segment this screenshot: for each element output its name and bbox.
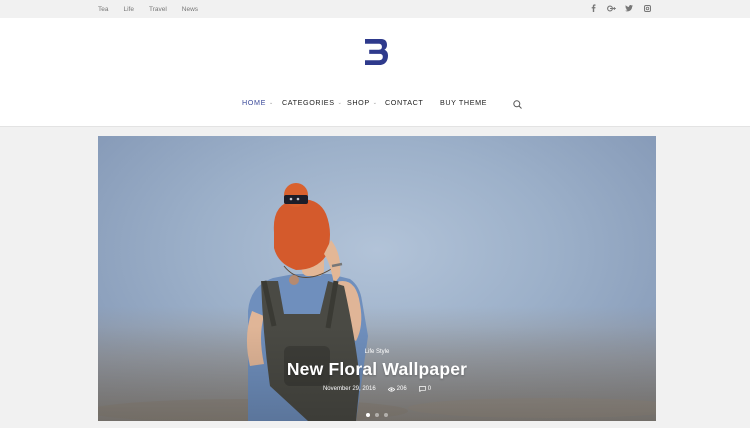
twitter-icon[interactable]	[625, 4, 633, 14]
slide-caption: Life Style New Floral Wallpaper November…	[98, 349, 656, 392]
nav-buy-theme-label: BUY THEME	[440, 98, 488, 107]
top-link-tea[interactable]: Tea	[98, 6, 108, 13]
nav-buy-theme[interactable]: BUY THEME	[440, 98, 487, 107]
main-nav: HOME ⌄ CATEGORIES ⌄ SHOP ⌄ CONTACT BUY THEM…	[0, 98, 750, 112]
slide-title[interactable]: New Floral Wallpaper	[98, 359, 656, 380]
top-links: Tea Life Travel News	[98, 0, 198, 18]
slide-comments-count: 0	[427, 386, 432, 392]
featured-slider[interactable]: Life Style New Floral Wallpaper November…	[98, 136, 656, 421]
slider-pagination	[98, 413, 656, 417]
nav-contact-label: CONTACT	[385, 98, 424, 107]
nav-home-label: HOME	[242, 98, 266, 107]
google-plus-icon[interactable]	[607, 5, 616, 14]
social-links	[589, 0, 651, 18]
top-bar: Tea Life Travel News	[0, 0, 750, 18]
slide-comments[interactable]: 0	[418, 386, 432, 392]
nav-categories-label: CATEGORIES	[282, 98, 335, 107]
top-link-travel[interactable]: Travel	[149, 6, 167, 13]
nav-contact[interactable]: CONTACT	[385, 98, 423, 107]
slider-dot-2[interactable]	[375, 413, 379, 417]
slide-category[interactable]: Life Style	[98, 349, 656, 355]
nav-home[interactable]: HOME ⌄	[242, 98, 274, 107]
slider-dot-3[interactable]	[384, 413, 388, 417]
slider-dot-1[interactable]	[366, 413, 370, 417]
slide-views: 206	[387, 386, 407, 392]
chevron-down-icon: ⌄	[337, 100, 343, 106]
site-logo[interactable]	[365, 39, 388, 65]
site-header: HOME ⌄ CATEGORIES ⌄ SHOP ⌄ CONTACT BUY THEM…	[0, 18, 750, 127]
top-link-news[interactable]: News	[182, 6, 198, 13]
facebook-icon[interactable]	[589, 4, 597, 14]
top-link-life[interactable]: Life	[123, 6, 133, 13]
slide-meta: November 29, 2016 206 0	[98, 386, 656, 392]
eye-icon	[387, 386, 395, 392]
nav-shop-label: SHOP	[347, 98, 370, 107]
chevron-down-icon: ⌄	[372, 100, 378, 106]
instagram-icon[interactable]	[643, 4, 651, 14]
chevron-down-icon: ⌄	[268, 100, 274, 106]
slide-date: November 29, 2016	[322, 386, 376, 392]
search-icon[interactable]	[513, 100, 522, 109]
slide-views-count: 206	[396, 386, 407, 392]
nav-categories[interactable]: CATEGORIES ⌄	[282, 98, 342, 107]
comment-icon	[418, 386, 426, 392]
nav-shop[interactable]: SHOP ⌄	[347, 98, 378, 107]
